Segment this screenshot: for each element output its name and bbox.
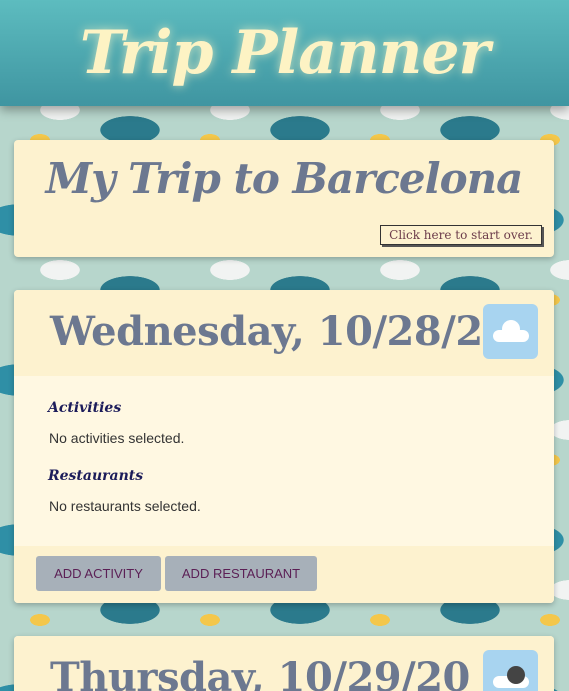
add-restaurant-button[interactable]: ADD RESTAURANT bbox=[165, 556, 317, 591]
weather-badge bbox=[483, 304, 538, 359]
day-body: Activities No activities selected. Resta… bbox=[14, 376, 554, 546]
start-over-button[interactable]: Click here to start over. bbox=[380, 225, 542, 245]
day-title: Thursday, 10/29/20 bbox=[50, 654, 470, 691]
trip-card: My Trip to Barcelona Click here to start… bbox=[14, 140, 554, 257]
restaurants-empty-text: No restaurants selected. bbox=[49, 498, 201, 514]
day-header: Wednesday, 10/28/20 bbox=[14, 290, 554, 376]
app-title: Trip Planner bbox=[79, 18, 490, 88]
day-title: Wednesday, 10/28/20 bbox=[50, 308, 511, 355]
app-header: Trip Planner bbox=[0, 0, 569, 106]
partly-cloudy-icon bbox=[492, 665, 529, 688]
day-card: Thursday, 10/29/20 bbox=[14, 636, 554, 691]
add-activity-button[interactable]: ADD ACTIVITY bbox=[36, 556, 161, 591]
cloud-icon bbox=[492, 319, 529, 342]
day-header: Thursday, 10/29/20 bbox=[14, 636, 554, 691]
activities-heading: Activities bbox=[48, 400, 122, 416]
restaurants-heading: Restaurants bbox=[48, 468, 144, 484]
day-actions: ADD ACTIVITY ADD RESTAURANT bbox=[14, 546, 554, 603]
weather-badge bbox=[483, 650, 538, 691]
day-card: Wednesday, 10/28/20 Activities No activi… bbox=[14, 290, 554, 603]
trip-title: My Trip to Barcelona bbox=[45, 154, 524, 203]
activities-empty-text: No activities selected. bbox=[49, 430, 185, 446]
